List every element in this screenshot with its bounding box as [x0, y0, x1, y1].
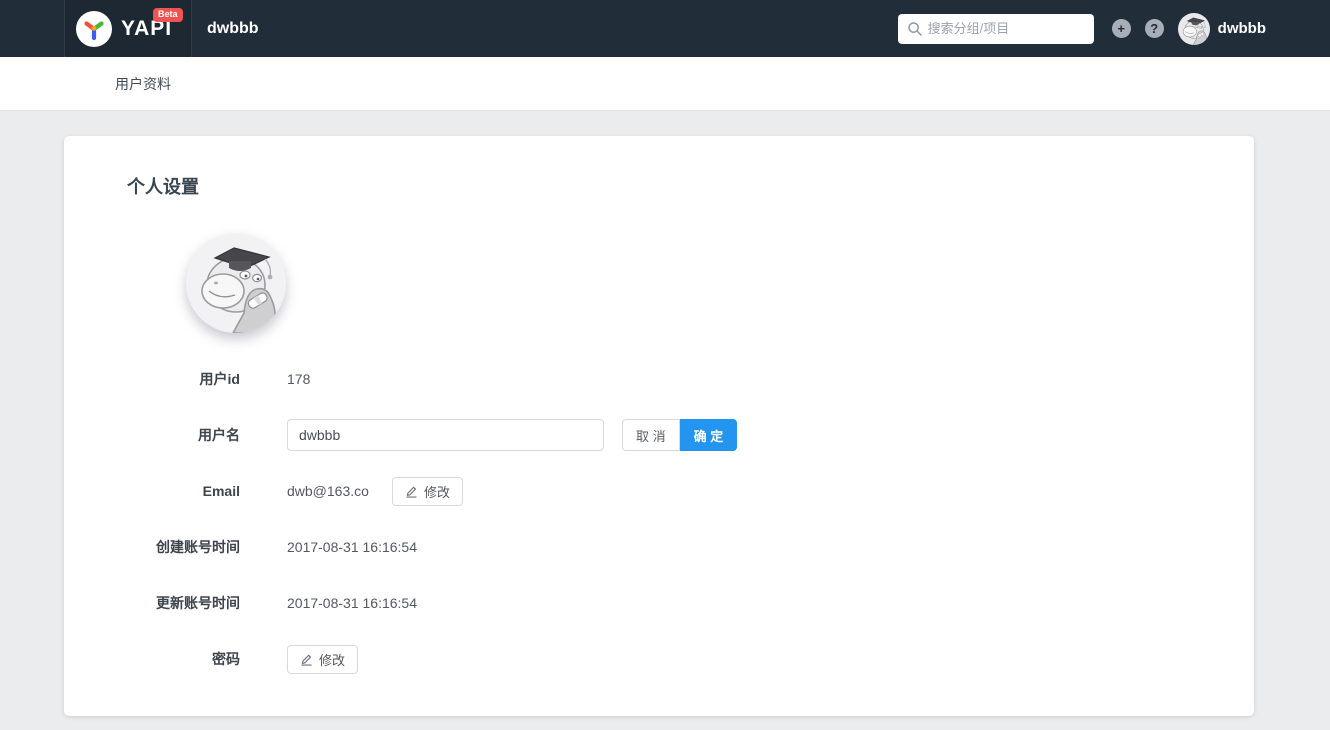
profile-settings-card: 个人设置 用户id 178 用户名 dwbbb 取 消 确 定 Email dw…: [64, 136, 1254, 716]
email-value: dwb@163.co: [287, 483, 369, 499]
yapi-logo-icon: [76, 10, 112, 47]
card-title: 个人设置: [127, 177, 199, 197]
user-avatar[interactable]: [1177, 12, 1210, 45]
row-updated-time: 更新账号时间 2017-08-31 16:16:54: [64, 587, 1254, 619]
username-action-group: 取 消 确 定: [622, 419, 738, 451]
row-password: 密码 修改: [64, 643, 1254, 675]
edit-password-button[interactable]: 修改: [287, 644, 359, 674]
updated-time-label: 更新账号时间: [156, 595, 240, 611]
navbar-right-group: + ? dwbbb: [897, 0, 1266, 57]
row-user-id: 用户id 178: [64, 363, 1254, 395]
navbar-username[interactable]: dwbbb: [1218, 20, 1266, 37]
logo-block[interactable]: YAPI Beta: [64, 0, 192, 57]
updated-time-value: 2017-08-31 16:16:54: [287, 595, 417, 611]
search-box: [897, 13, 1094, 44]
username-input[interactable]: [287, 419, 604, 451]
username-label: 用户名: [198, 427, 240, 443]
cancel-button[interactable]: 取 消: [622, 419, 680, 451]
sub-navbar: 用户资料: [0, 57, 1330, 111]
row-email: Email dwb@163.co 修改: [64, 475, 1254, 507]
email-label: Email: [202, 483, 240, 499]
pencil-icon: [301, 654, 312, 666]
row-created-time: 创建账号时间 2017-08-31 16:16:54: [64, 531, 1254, 563]
user-id-value: 178: [287, 371, 311, 387]
user-id-label: 用户id: [199, 371, 240, 387]
created-time-label: 创建账号时间: [156, 539, 240, 555]
page-title: dwbbb: [207, 19, 259, 37]
search-input[interactable]: [897, 13, 1094, 44]
top-navbar: YAPI Beta dwbbb + ?: [0, 0, 1330, 57]
add-project-button[interactable]: +: [1111, 19, 1131, 38]
edit-email-button[interactable]: 修改: [391, 476, 463, 506]
breadcrumb-user-profile[interactable]: 用户资料: [115, 74, 171, 94]
pencil-icon: [406, 486, 417, 498]
help-button[interactable]: ?: [1144, 19, 1164, 38]
profile-avatar[interactable]: [186, 233, 286, 333]
created-time-value: 2017-08-31 16:16:54: [287, 539, 417, 555]
password-label: 密码: [212, 651, 240, 667]
confirm-button[interactable]: 确 定: [679, 419, 738, 451]
beta-badge: Beta: [153, 8, 183, 22]
row-username: 用户名 取 消 确 定: [64, 419, 1254, 451]
profile-fields: 用户id 178 用户名 取 消 确 定 Email dwb@163.co: [64, 363, 1254, 675]
